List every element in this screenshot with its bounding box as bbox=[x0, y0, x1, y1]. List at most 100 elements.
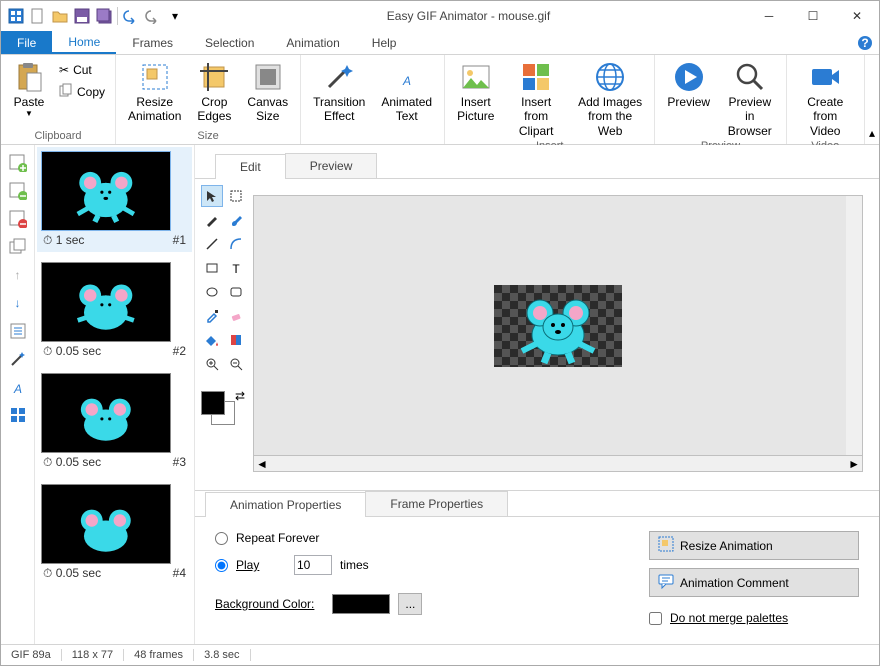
canvas-size-button[interactable]: Canvas Size bbox=[241, 57, 294, 124]
maximize-button[interactable]: ☐ bbox=[791, 1, 835, 31]
help-icon[interactable]: ? bbox=[851, 31, 879, 54]
canvas-icon bbox=[252, 61, 284, 93]
text-tool-icon[interactable]: A bbox=[6, 375, 30, 399]
properties-panel: Animation Properties Frame Properties Re… bbox=[195, 490, 879, 645]
crop-edges-button[interactable]: Crop Edges bbox=[191, 57, 237, 124]
play-count-input[interactable] bbox=[294, 555, 332, 575]
times-label: times bbox=[340, 558, 369, 572]
canvas[interactable] bbox=[494, 285, 622, 367]
brush-tool[interactable] bbox=[225, 209, 247, 231]
separator bbox=[117, 7, 118, 25]
titlebar: ▾ Easy GIF Animator - mouse.gif ─ ☐ ✕ bbox=[1, 1, 879, 31]
animation-comment-button[interactable]: Animation Comment bbox=[649, 568, 859, 597]
open-icon[interactable] bbox=[51, 7, 69, 25]
rect-tool[interactable] bbox=[201, 257, 223, 279]
fill-tool[interactable] bbox=[201, 329, 223, 351]
save-icon[interactable] bbox=[73, 7, 91, 25]
insert-frame-icon[interactable] bbox=[6, 179, 30, 203]
frame-thumb-1[interactable]: ⏱ 1 sec#1 bbox=[37, 147, 192, 252]
status-format: GIF 89a bbox=[1, 649, 62, 661]
clipboard-group-label: Clipboard bbox=[7, 128, 109, 142]
canvas-viewport[interactable] bbox=[253, 195, 863, 456]
frame-properties-tab[interactable]: Frame Properties bbox=[365, 491, 508, 516]
grid-icon[interactable] bbox=[6, 403, 30, 427]
horizontal-scrollbar[interactable]: ◄► bbox=[253, 456, 863, 472]
frame-index: #1 bbox=[173, 233, 186, 248]
size-group: Resize Animation Crop Edges Canvas Size … bbox=[116, 55, 301, 144]
vertical-scrollbar[interactable] bbox=[846, 196, 862, 455]
duplicate-frame-icon[interactable] bbox=[6, 235, 30, 259]
create-from-video-button[interactable]: Create from Video bbox=[793, 57, 858, 138]
replace-color-tool[interactable] bbox=[225, 329, 247, 351]
ribbon-collapse-icon[interactable]: ▴ bbox=[865, 122, 879, 144]
preview-button[interactable]: Preview bbox=[661, 57, 716, 138]
bgcolor-picker-button[interactable]: ... bbox=[398, 593, 422, 615]
add-frame-icon[interactable] bbox=[6, 151, 30, 175]
properties-icon[interactable] bbox=[6, 319, 30, 343]
merge-palettes-label[interactable]: Do not merge palettes bbox=[670, 611, 788, 625]
pointer-tool[interactable] bbox=[201, 185, 223, 207]
home-tab[interactable]: Home bbox=[52, 31, 116, 54]
repeat-forever-radio[interactable] bbox=[215, 532, 228, 545]
new-icon[interactable] bbox=[29, 7, 47, 25]
eraser-tool[interactable] bbox=[225, 305, 247, 327]
minimize-button[interactable]: ─ bbox=[747, 1, 791, 31]
add-images-web-button[interactable]: Add Images from the Web bbox=[572, 57, 648, 138]
zoom-in-tool[interactable] bbox=[201, 353, 223, 375]
merge-palettes-checkbox[interactable] bbox=[649, 612, 662, 625]
play-label[interactable]: Play bbox=[236, 558, 286, 572]
status-duration: 3.8 sec bbox=[194, 649, 250, 661]
tool-palette: T ⇄ bbox=[195, 179, 253, 480]
magic-wand-icon bbox=[323, 61, 355, 93]
animation-properties-tab[interactable]: Animation Properties bbox=[205, 492, 366, 517]
delete-frame-icon[interactable] bbox=[6, 207, 30, 231]
main-area: ↑ ↓ A ⏱ 1 sec#1 ⏱ 0.05 sec#2 ⏱ 0.05 sec#… bbox=[1, 145, 879, 645]
repeat-forever-label[interactable]: Repeat Forever bbox=[236, 531, 319, 545]
eyedropper-tool[interactable] bbox=[201, 305, 223, 327]
pencil-tool[interactable] bbox=[201, 209, 223, 231]
resize-animation-button-2[interactable]: Resize Animation bbox=[649, 531, 859, 560]
frames-panel[interactable]: ⏱ 1 sec#1 ⏱ 0.05 sec#2 ⏱ 0.05 sec#3 ⏱ 0.… bbox=[35, 145, 195, 645]
help-tab[interactable]: Help bbox=[356, 31, 413, 54]
fg-color-swatch[interactable] bbox=[201, 391, 225, 415]
play-radio[interactable] bbox=[215, 559, 228, 572]
animated-text-button[interactable]: AAnimated Text bbox=[375, 57, 438, 124]
frames-tab[interactable]: Frames bbox=[116, 31, 189, 54]
file-tab[interactable]: File bbox=[1, 31, 52, 54]
redo-icon[interactable] bbox=[144, 7, 162, 25]
frame-thumb-3[interactable]: ⏱ 0.05 sec#3 bbox=[41, 373, 188, 470]
edit-tab[interactable]: Edit bbox=[215, 154, 286, 179]
qat-dropdown-icon[interactable]: ▾ bbox=[166, 7, 184, 25]
zoom-out-tool[interactable] bbox=[225, 353, 247, 375]
frame-thumb-2[interactable]: ⏱ 0.05 sec#2 bbox=[41, 262, 188, 359]
insert-clipart-button[interactable]: Insert from Clipart bbox=[504, 57, 568, 138]
paste-button[interactable]: Paste▼ bbox=[7, 57, 51, 119]
animation-tab[interactable]: Animation bbox=[270, 31, 355, 54]
undo-icon[interactable] bbox=[122, 7, 140, 25]
rounded-rect-tool[interactable] bbox=[225, 281, 247, 303]
move-up-icon[interactable]: ↑ bbox=[6, 263, 30, 287]
frame-thumb-4[interactable]: ⏱ 0.05 sec#4 bbox=[41, 484, 188, 581]
line-tool[interactable] bbox=[201, 233, 223, 255]
save-all-icon[interactable] bbox=[95, 7, 113, 25]
preview-tab[interactable]: Preview bbox=[285, 153, 378, 178]
move-down-icon[interactable]: ↓ bbox=[6, 291, 30, 315]
ellipse-tool[interactable] bbox=[201, 281, 223, 303]
color-picker[interactable]: ⇄ bbox=[201, 391, 241, 427]
marquee-tool[interactable] bbox=[225, 185, 247, 207]
canvas-wrap: ◄► bbox=[253, 179, 879, 480]
swap-colors-icon[interactable]: ⇄ bbox=[235, 389, 245, 403]
copy-button[interactable]: Copy bbox=[55, 81, 109, 102]
resize-animation-button[interactable]: Resize Animation bbox=[122, 57, 187, 124]
selection-tab[interactable]: Selection bbox=[189, 31, 270, 54]
transition-effect-button[interactable]: Transition Effect bbox=[307, 57, 371, 124]
wand-icon[interactable] bbox=[6, 347, 30, 371]
preview-browser-button[interactable]: Preview in Browser bbox=[720, 57, 779, 138]
effects-group: Transition Effect AAnimated Text bbox=[301, 55, 445, 144]
insert-picture-button[interactable]: Insert Picture bbox=[451, 57, 500, 124]
curve-tool[interactable] bbox=[225, 233, 247, 255]
close-button[interactable]: ✕ bbox=[835, 1, 879, 31]
text-tool[interactable]: T bbox=[225, 257, 247, 279]
cut-button[interactable]: ✂Cut bbox=[55, 61, 109, 79]
bgcolor-swatch[interactable] bbox=[332, 594, 390, 614]
